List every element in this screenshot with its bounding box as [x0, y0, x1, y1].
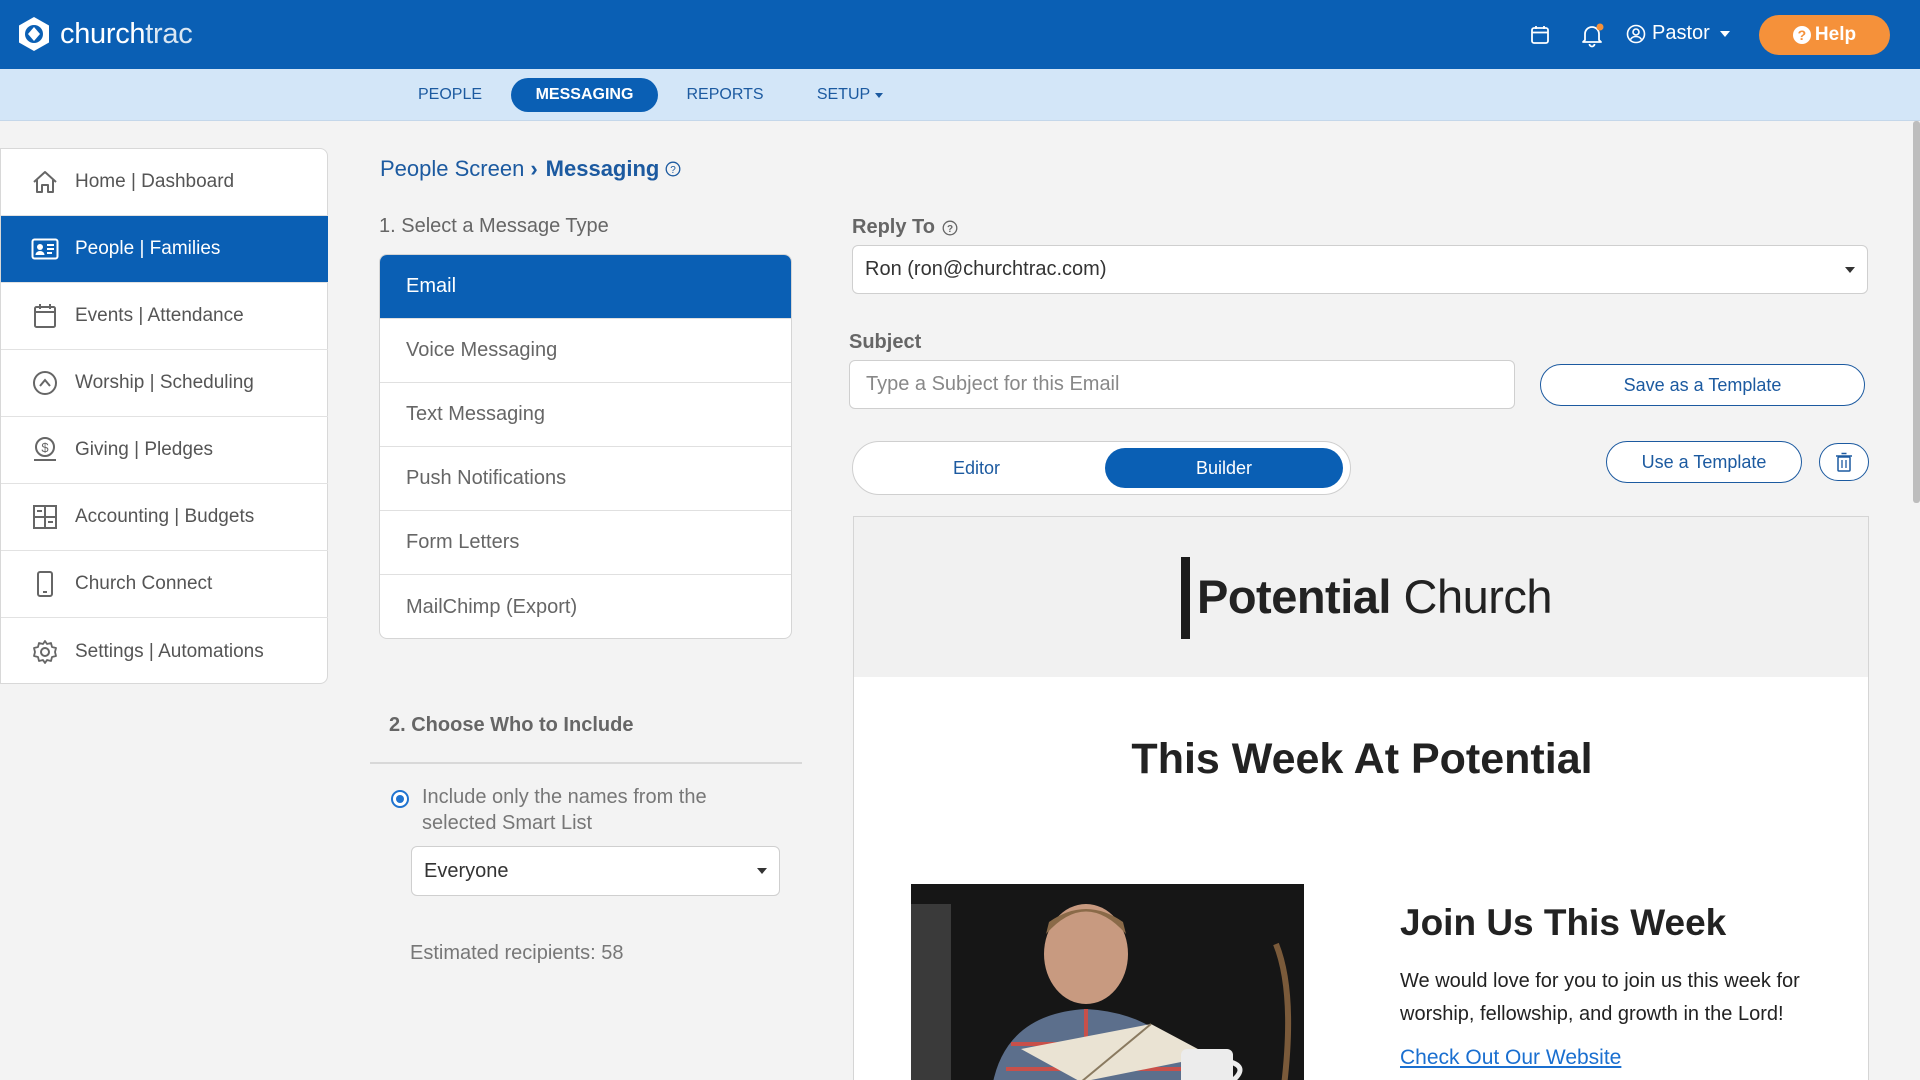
user-name: Pastor: [1652, 22, 1710, 44]
phone-icon: [31, 570, 59, 598]
money-icon: $: [31, 436, 59, 464]
user-circle-icon: [1626, 24, 1646, 43]
subject-input[interactable]: Type a Subject for this Email: [849, 360, 1515, 409]
help-hint-icon[interactable]: ?: [942, 220, 958, 236]
sidebar-item-accounting[interactable]: Accounting | Budgets: [1, 484, 328, 551]
main-nav: PEOPLE MESSAGING REPORTS SETUP: [0, 69, 1920, 121]
breadcrumb-current: Messaging: [545, 156, 660, 181]
reply-to-label: Reply To ?: [852, 216, 958, 239]
question-circle-icon: ?: [1792, 26, 1811, 44]
message-type-voice[interactable]: Voice Messaging: [380, 319, 791, 383]
breadcrumb: People Screen › Messaging ?: [380, 156, 681, 182]
churchtrac-logo-icon: [19, 17, 49, 51]
message-type-text[interactable]: Text Messaging: [380, 383, 791, 447]
grid-icon: [31, 503, 59, 531]
sidebar-item-home[interactable]: Home | Dashboard: [1, 149, 328, 216]
sidebar: Home | Dashboard People | Families Event…: [0, 148, 328, 684]
email-preview[interactable]: Potential Church This Week At Potential …: [853, 516, 1869, 1080]
svg-text:?: ?: [947, 224, 953, 235]
message-type-list: Email Voice Messaging Text Messaging Pus…: [379, 254, 792, 639]
gear-icon: [31, 638, 59, 666]
message-type-push[interactable]: Push Notifications: [380, 447, 791, 511]
sidebar-item-events[interactable]: Events | Attendance: [1, 283, 328, 350]
editor-tab[interactable]: Editor: [859, 448, 1094, 488]
sidebar-item-giving[interactable]: $ Giving | Pledges: [1, 417, 328, 484]
sidebar-item-settings[interactable]: Settings | Automations: [1, 618, 328, 685]
caret-down-icon: [875, 92, 884, 98]
section-divider: [370, 762, 802, 764]
tab-reports[interactable]: REPORTS: [675, 78, 775, 112]
builder-tab[interactable]: Builder: [1105, 448, 1343, 488]
email-header: Potential Church: [854, 517, 1868, 677]
sidebar-item-people[interactable]: People | Families: [1, 216, 328, 283]
smart-list-select[interactable]: Everyone: [411, 846, 780, 896]
caret-down-icon: [1845, 266, 1855, 273]
subject-label: Subject: [849, 331, 922, 353]
home-icon: [31, 168, 59, 196]
help-button[interactable]: ? Help: [1759, 15, 1890, 55]
include-heading: 2. Choose Who to Include: [389, 714, 634, 736]
pastor-reading-image: [911, 884, 1304, 1080]
chevron-right-icon: ›: [530, 156, 538, 181]
chevron-circle-icon: [31, 369, 59, 397]
id-card-icon: [31, 235, 59, 263]
chevron-down-icon: [1719, 30, 1730, 37]
calendar-icon[interactable]: [1529, 24, 1551, 46]
breadcrumb-people-screen[interactable]: People Screen: [380, 156, 524, 182]
join-us-text: We would love for you to join us this we…: [1400, 970, 1800, 1025]
smart-list-radio-label: Include only the names from the selected…: [422, 786, 707, 834]
page-scrollbar[interactable]: [1913, 121, 1920, 503]
user-menu[interactable]: Pastor: [1626, 22, 1730, 45]
message-type-form-letters[interactable]: Form Letters: [380, 511, 791, 575]
message-type-heading: 1. Select a Message Type: [379, 215, 609, 237]
church-logo-text: Potential Church: [1197, 570, 1553, 623]
editor-builder-toggle: Editor Builder: [852, 441, 1351, 495]
church-logo-bar: [1181, 557, 1190, 639]
help-hint-icon[interactable]: ?: [665, 161, 681, 177]
tab-people[interactable]: PEOPLE: [400, 78, 500, 112]
email-title: This Week At Potential: [1131, 735, 1593, 783]
sidebar-item-worship[interactable]: Worship | Scheduling: [1, 350, 328, 417]
brand-name: churchtrac: [60, 17, 193, 50]
top-bar: churchtrac Pastor ? Help: [0, 0, 1920, 69]
website-link[interactable]: Check Out Our Website: [1400, 1046, 1621, 1070]
calendar-icon: [31, 302, 59, 330]
message-type-email[interactable]: Email: [380, 255, 791, 319]
tab-setup[interactable]: SETUP: [800, 78, 900, 112]
svg-text:$: $: [41, 440, 49, 455]
sidebar-item-church-connect[interactable]: Church Connect: [1, 551, 328, 618]
churchtrac-logo[interactable]: churchtrac: [16, 16, 193, 52]
tab-messaging[interactable]: MESSAGING: [511, 78, 658, 112]
delete-button[interactable]: [1819, 443, 1869, 481]
svg-text:?: ?: [671, 165, 677, 176]
reply-to-select[interactable]: Ron (ron@churchtrac.com): [852, 245, 1868, 294]
trash-icon: [1836, 452, 1852, 472]
bell-icon[interactable]: [1579, 22, 1605, 48]
smart-list-radio[interactable]: [391, 790, 409, 808]
save-as-template-button[interactable]: Save as a Template: [1540, 364, 1865, 406]
estimated-recipients: Estimated recipients: 58: [410, 942, 624, 964]
message-type-mailchimp[interactable]: MailChimp (Export): [380, 575, 791, 638]
caret-down-icon: [757, 868, 767, 874]
join-us-heading: Join Us This Week: [1400, 902, 1727, 943]
use-template-button[interactable]: Use a Template: [1606, 441, 1802, 483]
